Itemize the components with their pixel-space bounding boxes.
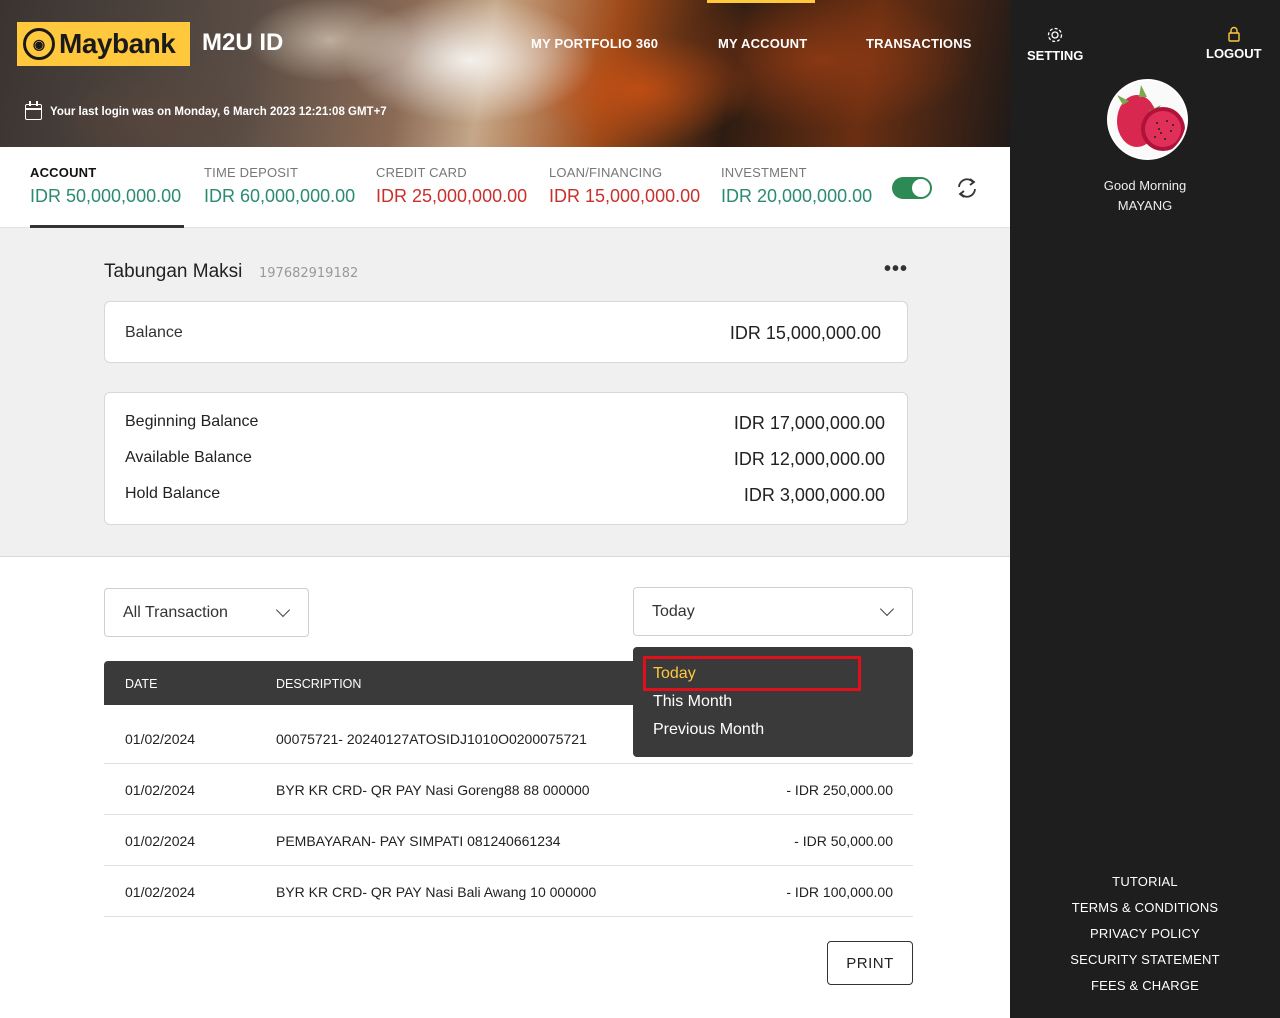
transaction-type-value: All Transaction	[123, 603, 228, 621]
tiger-icon: ◉	[23, 28, 55, 60]
summary-loan-financing[interactable]: LOAN/FINANCING IDR 15,000,000.00	[549, 165, 700, 207]
row-description: BYR KR CRD- QR PAY Nasi Bali Awang 10 00…	[276, 884, 597, 900]
link-tutorial[interactable]: TUTORIAL	[1010, 874, 1280, 889]
gear-icon	[1048, 27, 1063, 43]
balance-details-card: Beginning Balance IDR 17,000,000.00 Avai…	[104, 392, 908, 525]
portfolio-summary: ACCOUNT IDR 50,000,000.00 TIME DEPOSIT I…	[0, 147, 1010, 228]
account-detail-section: Tabungan Maksi 197682919182 ••• Balance …	[0, 228, 1010, 557]
greeting-text: Good Morning	[1103, 178, 1187, 193]
row-amount: - IDR 50,000.00	[794, 833, 893, 849]
row-amount: - IDR 250,000.00	[786, 782, 893, 798]
nav-active-indicator	[707, 0, 815, 3]
summary-credit-card[interactable]: CREDIT CARD IDR 25,000,000.00	[376, 165, 527, 207]
user-name: MAYANG	[1117, 198, 1173, 213]
detail-value: IDR 12,000,000.00	[733, 449, 885, 469]
link-terms-conditions[interactable]: TERMS & CONDITIONS	[1010, 900, 1280, 915]
summary-value: IDR 25,000,000.00	[376, 186, 528, 206]
summary-value: IDR 15,000,000.00	[549, 186, 701, 206]
summary-label: CREDIT CARD	[376, 165, 467, 180]
lock-icon	[1228, 26, 1240, 42]
summary-label: LOAN/FINANCING	[549, 165, 663, 180]
transaction-type-select[interactable]: All Transaction	[104, 588, 309, 637]
table-row[interactable]: 01/02/2024 PEMBAYARAN- PAY SIMPATI 08124…	[104, 815, 913, 866]
row-date: 01/02/2024	[125, 731, 196, 747]
nav-transactions[interactable]: TRANSACTIONS	[866, 36, 972, 51]
period-option-previous-month[interactable]: Previous Month	[653, 721, 764, 739]
detail-value: IDR 3,000,000.00	[743, 485, 885, 505]
period-value: Today	[652, 602, 695, 620]
dragon-fruit-image	[1109, 81, 1186, 158]
link-security-statement[interactable]: SECURITY STATEMENT	[1010, 952, 1280, 967]
setting-label: SETTING	[1027, 48, 1084, 63]
link-fees-charge[interactable]: FEES & CHARGE	[1010, 978, 1280, 993]
last-login-info: Your last login was on Monday, 6 March 2…	[25, 101, 387, 120]
more-icon[interactable]: •••	[884, 258, 908, 281]
summary-investment[interactable]: INVESTMENT IDR 20,000,000.00	[721, 165, 872, 207]
row-amount: - IDR 100,000.00	[786, 884, 893, 900]
detail-value: IDR 17,000,000.00	[733, 413, 885, 433]
header-banner: ◉ Maybank M2U ID MY PORTFOLIO 360 MY ACC…	[0, 0, 1010, 147]
setting-button[interactable]: SETTING	[1027, 26, 1083, 63]
balance-card: Balance IDR 15,000,000.00	[104, 301, 908, 363]
row-description: BYR KR CRD- QR PAY Nasi Goreng88 88 0000…	[276, 782, 590, 798]
summary-label: TIME DEPOSIT	[204, 165, 299, 180]
refresh-icon[interactable]	[953, 175, 981, 201]
summary-value: IDR 20,000,000.00	[721, 186, 873, 206]
nav-my-portfolio[interactable]: MY PORTFOLIO 360	[531, 36, 658, 51]
toggle-switch[interactable]	[892, 177, 932, 199]
link-privacy-policy[interactable]: PRIVACY POLICY	[1010, 926, 1280, 941]
period-option-this-month[interactable]: This Month	[653, 693, 732, 711]
brand-name: Maybank	[59, 28, 176, 59]
detail-label: Hold Balance	[125, 485, 221, 502]
account-number: 197682919182	[259, 266, 359, 281]
app-name: M2U ID	[202, 29, 284, 56]
maybank-logo[interactable]: ◉ Maybank	[17, 22, 190, 66]
logout-button[interactable]: LOGOUT	[1206, 26, 1262, 61]
detail-row: Available Balance IDR 12,000,000.00	[125, 449, 885, 470]
summary-time-deposit[interactable]: TIME DEPOSIT IDR 60,000,000.00	[204, 165, 355, 207]
summary-account[interactable]: ACCOUNT IDR 50,000,000.00	[30, 165, 181, 207]
summary-label: INVESTMENT	[721, 165, 807, 180]
detail-label: Available Balance	[125, 449, 252, 466]
last-login-text: Your last login was on Monday, 6 March 2…	[50, 106, 387, 118]
summary-label: ACCOUNT	[30, 165, 97, 180]
row-date: 01/02/2024	[125, 782, 196, 798]
chevron-down-icon	[275, 602, 291, 618]
balance-value: IDR 15,000,000.00	[729, 323, 881, 343]
table-row[interactable]: 01/02/2024 BYR KR CRD- QR PAY Nasi Goren…	[104, 764, 913, 815]
balance-label: Balance	[125, 324, 183, 341]
selection-highlight-box	[643, 656, 861, 691]
column-description: DESCRIPTION	[276, 677, 362, 691]
period-select[interactable]: Today	[633, 587, 913, 636]
row-description: PEMBAYARAN- PAY SIMPATI 081240661234	[276, 833, 561, 849]
row-date: 01/02/2024	[125, 884, 196, 900]
table-row[interactable]: 01/02/2024 BYR KR CRD- QR PAY Nasi Bali …	[104, 866, 913, 917]
print-button[interactable]: PRINT	[827, 941, 913, 985]
chevron-down-icon	[879, 601, 895, 617]
row-description: 00075721- 20240127ATOSIDJ1010O0200075721	[276, 731, 587, 747]
summary-value: IDR 50,000,000.00	[30, 186, 182, 206]
account-name: Tabungan Maksi	[104, 261, 243, 282]
row-date: 01/02/2024	[125, 833, 196, 849]
calendar-icon	[25, 101, 42, 120]
logout-label: LOGOUT	[1206, 46, 1262, 61]
avatar[interactable]	[1107, 79, 1188, 160]
detail-row: Beginning Balance IDR 17,000,000.00	[125, 413, 885, 434]
detail-row: Hold Balance IDR 3,000,000.00	[125, 485, 885, 506]
right-sidebar: SETTING LOGOUT Good Morning MAYANG TUTOR…	[1010, 0, 1280, 1018]
column-date: DATE	[125, 677, 158, 691]
summary-value: IDR 60,000,000.00	[204, 186, 356, 206]
detail-label: Beginning Balance	[125, 413, 259, 430]
nav-my-account[interactable]: MY ACCOUNT	[718, 36, 807, 51]
